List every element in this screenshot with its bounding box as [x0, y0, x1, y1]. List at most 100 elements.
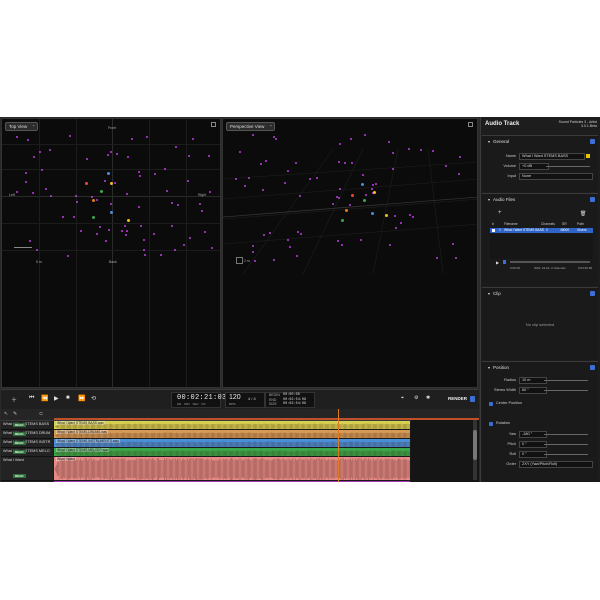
particle-dot — [391, 151, 394, 154]
source-dot[interactable] — [92, 216, 95, 219]
particle-group-clip[interactable] — [54, 481, 410, 482]
top-view-viewport[interactable]: Top View ⌃ Front Back Left Right 5 m — [1, 118, 221, 388]
settings-icon[interactable]: ⚙ — [414, 395, 418, 401]
fast-forward-icon[interactable]: ⏩ — [78, 395, 85, 402]
audio-clip[interactable]: What I Want — [54, 457, 410, 480]
loop-icon[interactable]: ⟲ — [91, 395, 96, 402]
source-dot[interactable] — [85, 182, 88, 185]
automation-mode[interactable]: READ — [13, 474, 26, 478]
input-select[interactable]: None — [519, 173, 593, 180]
source-dot[interactable] — [363, 199, 366, 202]
track-header[interactable]: What I Want STEMS DRUM READ — [1, 430, 53, 439]
radius-field[interactable]: 10 m — [519, 377, 547, 384]
particle-dot — [299, 194, 301, 197]
gear-icon[interactable]: ✱ — [426, 395, 430, 401]
section-toggle[interactable] — [590, 365, 595, 370]
waveform — [54, 432, 410, 438]
track-name: What I Want — [3, 458, 24, 462]
source-dot[interactable] — [110, 182, 113, 185]
play-icon[interactable]: ▶ — [54, 395, 59, 402]
trash-icon[interactable]: 🗑 — [580, 211, 586, 217]
particle-dot — [146, 136, 149, 139]
inspector-panel: Audio Track Sound Particles 3 - Artist 3… — [480, 117, 600, 482]
source-dot[interactable] — [371, 212, 374, 215]
file-row[interactable]: 1 What I Want STEMS BASS 2 48000 /Users — [490, 228, 593, 233]
pencil-tool-icon[interactable]: ✎ — [13, 411, 17, 417]
go-start-icon[interactable]: ⏮ — [29, 395, 34, 402]
name-field[interactable]: What I Want STEMS BASS — [519, 153, 585, 160]
source-dot[interactable] — [100, 190, 103, 193]
section-toggle[interactable] — [590, 139, 595, 144]
particle-dot — [32, 156, 35, 159]
rotation-order-select[interactable]: ZXY (Yaw/Pitch/Roll) — [519, 461, 593, 468]
source-dot[interactable] — [341, 219, 344, 222]
playhead[interactable] — [338, 409, 339, 482]
waveform — [54, 450, 410, 456]
render-toggle[interactable] — [470, 396, 475, 402]
automation-mode[interactable]: READ — [13, 432, 26, 436]
clip-section: Clip No clip selected — [482, 287, 598, 360]
track-header[interactable]: What I Want STEMS INSTR READ — [1, 439, 53, 448]
maximize-icon[interactable] — [468, 122, 473, 127]
view-select[interactable]: Top View ⌃ — [5, 122, 39, 131]
track-header[interactable]: What I Want STEMS MELO READ — [1, 448, 53, 457]
source-dot[interactable] — [385, 214, 388, 217]
source-dot[interactable] — [110, 211, 113, 214]
audio-clip[interactable]: What I Want STEMS INSTRUMENTS.wav — [54, 439, 410, 447]
stop-icon[interactable]: ■ — [66, 395, 70, 401]
particle-dot — [296, 230, 299, 233]
add-icon[interactable]: ＋ — [11, 395, 17, 404]
audio-clip[interactable]: What I Want STEMS MELODY.wav — [54, 448, 410, 456]
tempo-display[interactable]: 120 4 / 4 BPM — [225, 392, 265, 408]
source-dot[interactable] — [351, 194, 354, 197]
particle-dot — [176, 203, 179, 206]
stereo-width-field[interactable]: 60 ° — [519, 387, 547, 394]
particle-dot — [154, 172, 157, 175]
particle-dot — [274, 137, 277, 140]
track-header[interactable]: What I Want READ — [1, 457, 53, 481]
right-label: Right — [198, 193, 207, 197]
preview-play-icon[interactable]: ▶ — [496, 260, 499, 265]
vertical-scrollbar[interactable] — [473, 420, 477, 480]
source-dot[interactable] — [373, 191, 376, 194]
pitch-field[interactable]: 0 ° — [519, 441, 547, 448]
particle-dot — [210, 247, 213, 250]
particle-dot — [25, 181, 28, 184]
render-button[interactable]: RENDER — [448, 396, 467, 401]
source-dot[interactable] — [345, 209, 348, 212]
source-dot[interactable] — [127, 219, 130, 222]
automation-mode[interactable]: READ — [13, 423, 26, 427]
particle-dot — [344, 161, 347, 164]
particle-dot — [388, 244, 391, 246]
snap-icon[interactable]: ⌖ — [401, 395, 404, 401]
link-icon[interactable]: ⊂ — [39, 411, 43, 417]
particle-dot — [15, 190, 18, 193]
source-dot[interactable] — [107, 172, 110, 175]
automation-mode[interactable]: READ — [13, 450, 26, 454]
audio-clip[interactable]: What I Want STEMS DRUMS.wav — [54, 430, 410, 438]
maximize-icon[interactable] — [211, 122, 216, 127]
pointer-tool-icon[interactable]: ↖ — [4, 411, 8, 417]
audio-clip[interactable]: What I Want STEMS BASS.wav — [54, 421, 410, 429]
source-dot[interactable] — [92, 199, 95, 202]
perspective-viewport[interactable]: Perspective View ⌃ 2 m — [222, 118, 478, 388]
timeline-ruler[interactable]: ↖ ✎ ⊂ — [1, 409, 479, 421]
rewind-icon[interactable]: ⏪ — [41, 395, 48, 402]
source-dot[interactable] — [361, 183, 364, 186]
particle-dot — [234, 177, 237, 180]
roll-field[interactable]: 0 ° — [519, 451, 547, 458]
automation-mode[interactable]: READ — [13, 441, 26, 445]
add-file-button[interactable]: + — [498, 210, 502, 216]
particle-dot — [139, 225, 142, 227]
track-header[interactable]: What I Want STEMS BASS READ — [1, 421, 53, 430]
app-window: Top View ⌃ Front Back Left Right 5 m Pers… — [0, 117, 600, 482]
track-header[interactable]: Particle Group #1READ — [1, 481, 53, 482]
rotation-checkbox[interactable] — [489, 422, 493, 426]
particle-dot — [261, 188, 264, 191]
section-toggle[interactable] — [590, 291, 595, 296]
yaw-field[interactable]: -180 ° — [519, 431, 547, 438]
volume-field[interactable]: +0 dB — [519, 163, 549, 170]
view-select[interactable]: Perspective View ⌃ — [226, 122, 276, 131]
section-toggle[interactable] — [590, 197, 595, 202]
center-position-checkbox[interactable] — [489, 402, 493, 406]
